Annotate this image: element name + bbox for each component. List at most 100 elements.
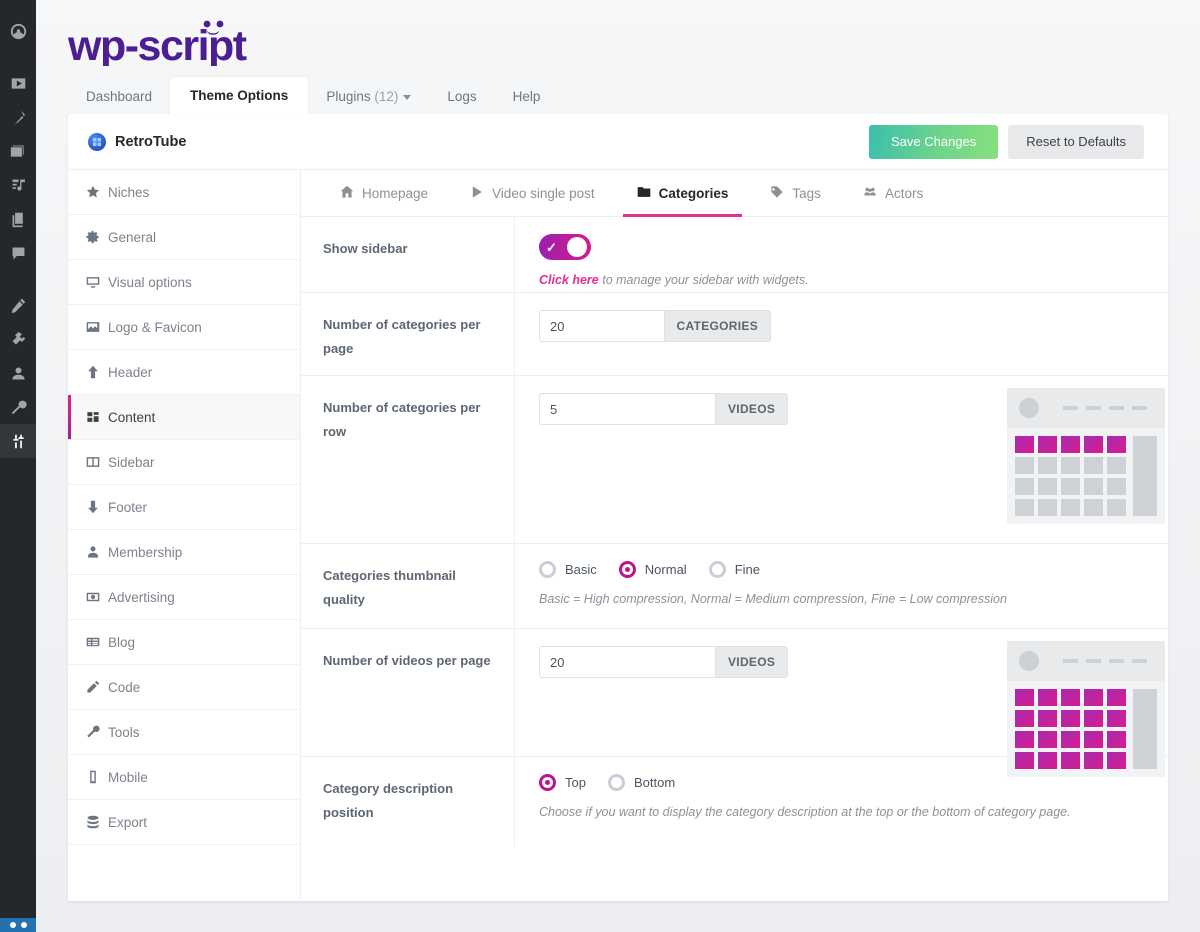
tag-icon (770, 185, 784, 202)
tab-video-single-post[interactable]: Video single post (449, 170, 616, 216)
sidebar-item-header[interactable]: Header (68, 350, 300, 395)
preview-cell (1084, 436, 1103, 453)
sidebar-item-code[interactable]: Code (68, 665, 300, 710)
setting-label: Categories thumbnail quality (301, 544, 515, 628)
settings-content: Homepage Video single post Categories Ta… (301, 170, 1168, 900)
nav-tab-plugins[interactable]: Plugins (12) (308, 80, 429, 114)
preview-menu-bars (1063, 406, 1147, 410)
sidebar-item-content[interactable]: Content (68, 395, 300, 440)
nav-tab-logs[interactable]: Logs (429, 80, 494, 114)
radio-top[interactable]: Top (539, 774, 586, 791)
sidebar-item-blog[interactable]: Blog (68, 620, 300, 665)
tools-icon[interactable] (0, 390, 36, 424)
dashboard-icon[interactable] (0, 14, 36, 48)
settings-icon[interactable] (0, 424, 36, 458)
nav-tab-label: Plugins (326, 89, 371, 104)
preview-cell (1061, 689, 1080, 706)
radio-fine[interactable]: Fine (708, 561, 760, 578)
setting-label: Category description position (301, 757, 515, 847)
nav-tab-label: Logs (447, 89, 477, 104)
description-position-note: Choose if you want to display the catego… (539, 805, 1071, 819)
tab-categories[interactable]: Categories (616, 170, 750, 217)
radio-label: Fine (734, 562, 760, 577)
sidebar-item-logo-favicon[interactable]: Logo & Favicon (68, 305, 300, 350)
check-icon: ✓ (546, 239, 557, 255)
tab-homepage[interactable]: Homepage (319, 170, 449, 216)
thumbnail-quality-note: Basic = High compression, Normal = Mediu… (539, 592, 1007, 606)
radio-basic[interactable]: Basic (539, 561, 597, 578)
desktop-icon (86, 275, 108, 289)
sidebar-item-membership[interactable]: Membership (68, 530, 300, 575)
wp-script-logo: wp-script (36, 0, 1200, 66)
plugins-icon[interactable] (0, 322, 36, 356)
video-icon[interactable] (0, 66, 36, 100)
radio-dot (539, 774, 556, 791)
preview-cell (1084, 478, 1103, 495)
svg-text:wp-script: wp-script (68, 22, 247, 66)
radio-bottom[interactable]: Bottom (607, 774, 675, 791)
videos-per-page-input[interactable] (539, 646, 715, 678)
radio-label: Top (565, 775, 586, 790)
categories-per-page-input[interactable] (539, 310, 664, 342)
sidebar-item-mobile[interactable]: Mobile (68, 755, 300, 800)
sidebar-item-export[interactable]: Export (68, 800, 300, 845)
preview-cell (1084, 710, 1103, 727)
media-icon[interactable] (0, 134, 36, 168)
sidebar-item-tools[interactable]: Tools (68, 710, 300, 755)
users-icon[interactable] (0, 356, 36, 390)
tab-actors[interactable]: Actors (842, 170, 944, 216)
nav-tab-theme-options[interactable]: Theme Options (170, 77, 309, 114)
preview-header (1007, 388, 1165, 428)
music-icon[interactable] (0, 168, 36, 202)
save-changes-button[interactable]: Save Changes (869, 124, 999, 159)
setting-field: CATEGORIES (515, 293, 1168, 375)
preview-cell (1015, 710, 1034, 727)
nav-tab-help[interactable]: Help (495, 80, 559, 114)
show-sidebar-toggle[interactable]: ✓ (539, 234, 591, 260)
setting-label: Show sidebar (301, 217, 515, 292)
sidebar-item-advertising[interactable]: Advertising (68, 575, 300, 620)
manage-sidebar-link[interactable]: Click here (539, 273, 599, 287)
sidebar-item-niches[interactable]: Niches (68, 170, 300, 215)
mobile-icon (86, 770, 108, 784)
appearance-icon[interactable] (0, 288, 36, 322)
preview-cell (1107, 457, 1126, 474)
sidebar-item-sidebar[interactable]: Sidebar (68, 440, 300, 485)
pages-icon[interactable] (0, 202, 36, 236)
sidebar-item-label: Visual options (108, 274, 192, 290)
wrench-icon (86, 725, 108, 739)
preview-cell (1061, 499, 1080, 516)
nav-tab-label: Help (512, 89, 541, 104)
sidebar-item-footer[interactable]: Footer (68, 485, 300, 530)
nav-tab-dashboard[interactable]: Dashboard (68, 80, 170, 114)
sidebar-item-general[interactable]: General (68, 215, 300, 260)
panel-header: RetroTube Save Changes Reset to Defaults (68, 114, 1168, 170)
sidebar-item-label: Mobile (108, 769, 148, 785)
comments-icon[interactable] (0, 236, 36, 270)
preview-cell (1038, 731, 1057, 748)
sidebar-item-visual-options[interactable]: Visual options (68, 260, 300, 305)
preview-cell (1015, 457, 1034, 474)
tab-label: Actors (884, 185, 924, 201)
play-icon (470, 185, 484, 202)
reset-to-defaults-button[interactable]: Reset to Defaults (1008, 124, 1144, 159)
tab-label: Categories (658, 185, 729, 201)
preview-cell (1084, 499, 1103, 516)
theme-name: RetroTube (115, 133, 187, 150)
radio-normal[interactable]: Normal (618, 561, 687, 578)
preview-grid (1015, 436, 1126, 516)
columns-icon (86, 455, 108, 469)
categories-layout-preview (1007, 388, 1165, 524)
page-canvas: wp-script Dashboard Theme Options Plugin… (36, 0, 1200, 932)
nav-tab-label: Theme Options (190, 88, 289, 103)
sidebar-item-label: Sidebar (108, 454, 155, 470)
input-suffix: VIDEOS (715, 646, 789, 678)
star-icon (86, 185, 108, 199)
categories-per-row-input[interactable] (539, 393, 715, 425)
tab-tags[interactable]: Tags (749, 170, 842, 216)
preview-cell (1107, 499, 1126, 516)
list-alt-icon (86, 635, 108, 649)
setting-row-show-sidebar: Show sidebar ✓ Click here to manage your… (301, 217, 1168, 293)
pin-icon[interactable] (0, 100, 36, 134)
preview-cell (1084, 689, 1103, 706)
